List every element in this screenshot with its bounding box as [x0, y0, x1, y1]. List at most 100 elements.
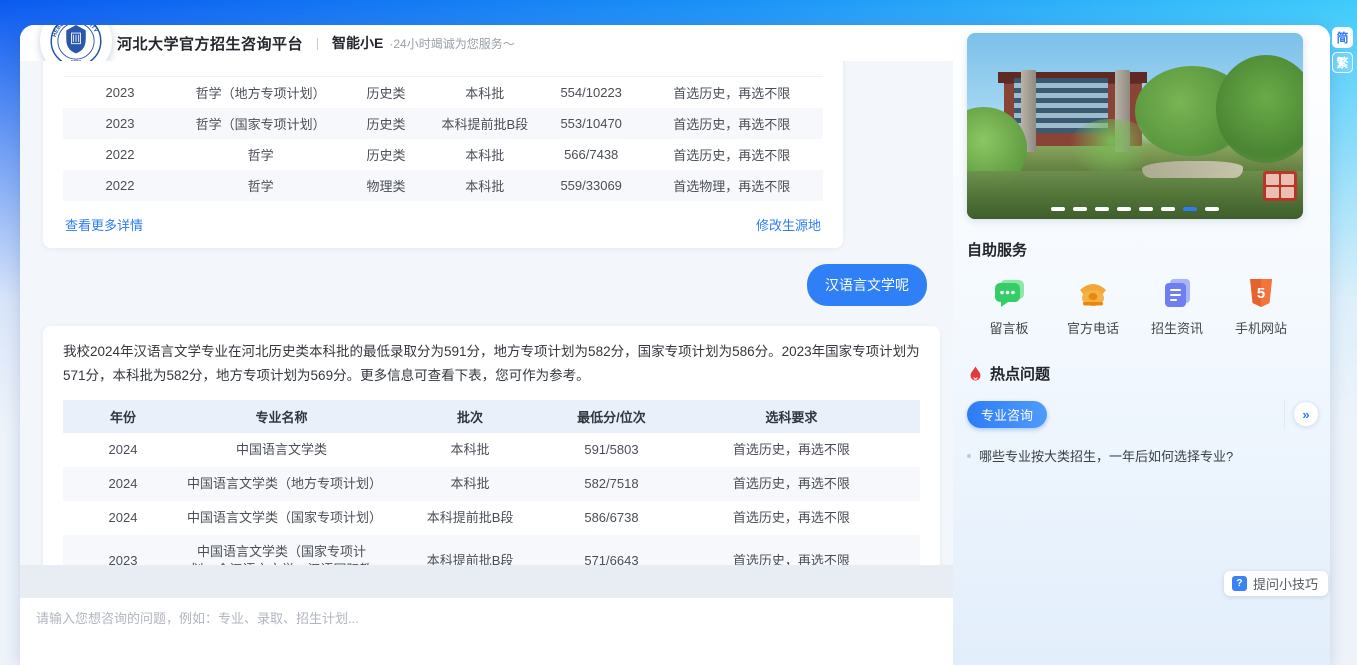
score-table-card-philosophy: 2023哲学（地方专项计划）历史类本科批554/10223首选历史，再选不限20…: [43, 61, 843, 248]
cell: 历史类: [344, 139, 428, 170]
cell: 591/5803: [560, 433, 663, 467]
cell: 首选历史，再选不限: [663, 433, 920, 467]
carousel-dot[interactable]: [1095, 207, 1109, 211]
user-message-bubble: 汉语言文学呢: [807, 264, 927, 306]
cell: 2023: [63, 77, 177, 108]
svg-text:5: 5: [1257, 285, 1265, 302]
carousel-dot[interactable]: [1139, 207, 1153, 211]
lakeside-path: [1142, 161, 1243, 178]
self-service-title: 自助服务: [967, 239, 1330, 260]
cell: 2023: [63, 535, 183, 565]
cell: 2024: [63, 501, 183, 535]
carousel-dot[interactable]: [1051, 207, 1065, 211]
bot-name: 智能小E: [332, 33, 383, 53]
message-board-icon: [992, 276, 1026, 310]
service-mobile-site[interactable]: 5 手机网站: [1225, 276, 1297, 337]
tab-major-consulting[interactable]: 专业咨询: [967, 401, 1047, 428]
score-row: 2024中国语言文学类（国家专项计划）本科提前批B段586/6738首选历史，再…: [63, 501, 920, 535]
carousel-dot[interactable]: [1073, 207, 1087, 211]
view-more-details-link[interactable]: 查看更多详情: [65, 215, 143, 234]
html5-shield-icon: 5: [1244, 276, 1278, 310]
hot-tabs-row: 专业咨询 »: [967, 400, 1319, 428]
cell: 哲学（国家专项计划）: [177, 108, 344, 139]
cell: 2023: [63, 108, 177, 139]
carousel-dot[interactable]: [1117, 207, 1131, 211]
user-message-row: 汉语言文学呢: [43, 264, 927, 306]
philosophy-score-table: 2023哲学（地方专项计划）历史类本科批554/10223首选历史，再选不限20…: [63, 77, 823, 201]
service-tagline: ·24小时竭诚为您服务～: [389, 35, 514, 52]
cell: 历史类: [344, 77, 428, 108]
score-row: 2022哲学物理类本科批559/33069首选物理，再选不限: [63, 170, 823, 201]
cell: 中国语言文学类（国家专项计划；含汉语言文学、汉语国际教: [183, 535, 380, 565]
language-switcher: 简 繁: [1332, 27, 1353, 73]
carousel-dot[interactable]: [1161, 207, 1175, 211]
cell: 首选物理，再选不限: [641, 170, 823, 201]
traditional-chinese-button[interactable]: 繁: [1332, 52, 1353, 73]
document-icon: [1160, 276, 1194, 310]
cell: 中国语言文学类（国家专项计划）: [183, 501, 380, 535]
more-tabs-button[interactable]: »: [1293, 401, 1319, 427]
message-list[interactable]: 2023哲学（地方专项计划）历史类本科批554/10223首选历史，再选不限20…: [20, 61, 953, 565]
service-label: 招生资讯: [1151, 318, 1203, 337]
cell: 本科批: [380, 467, 560, 501]
service-message-board[interactable]: 留言板: [973, 276, 1045, 337]
cell: 首选历史，再选不限: [663, 535, 920, 565]
chat-header-wrap: HEBEI UNIVERSITY ·1921· 河北大学官方招生咨询平台 丨 智…: [20, 25, 953, 61]
col-header-year: 年份: [63, 400, 183, 433]
hot-question-item[interactable]: 哪些专业按大类招生，一年后如何选择专业?: [967, 446, 1330, 465]
cell: 559/33069: [542, 170, 641, 201]
main-panel: HEBEI UNIVERSITY ·1921· 河北大学官方招生咨询平台 丨 智…: [20, 25, 1330, 665]
literature-score-table: 年份 专业名称 批次 最低分/位次 选科要求 2024中国语言文学类本科批591…: [63, 400, 920, 565]
cell: 582/7518: [560, 467, 663, 501]
score-row: 2024中国语言文学类本科批591/5803首选历史，再选不限: [63, 433, 920, 467]
cell: 2024: [63, 467, 183, 501]
cell: 哲学（地方专项计划）: [177, 77, 344, 108]
carousel-dots: [967, 207, 1303, 211]
sidebar: 自助服务 留言板: [953, 25, 1330, 665]
cell: 首选历史，再选不限: [641, 77, 823, 108]
service-label: 官方电话: [1067, 318, 1119, 337]
philosophy-score-table-body: 2023哲学（地方专项计划）历史类本科批554/10223首选历史，再选不限20…: [63, 77, 823, 201]
cell: 586/6738: [560, 501, 663, 535]
simplified-chinese-button[interactable]: 简: [1332, 27, 1353, 48]
cell: 2024: [63, 433, 183, 467]
chat-column: HEBEI UNIVERSITY ·1921· 河北大学官方招生咨询平台 丨 智…: [20, 25, 953, 665]
cell: 本科批: [428, 77, 542, 108]
question-input[interactable]: [36, 608, 937, 655]
cell: 566/7438: [542, 139, 641, 170]
service-official-phone[interactable]: 官方电话: [1057, 276, 1129, 337]
cell: 2022: [63, 139, 177, 170]
input-area: [20, 598, 953, 665]
carousel-dot[interactable]: [1205, 207, 1219, 211]
clipped-row: [63, 61, 823, 77]
change-origin-link[interactable]: 修改生源地: [756, 215, 821, 234]
col-header-subject-req: 选科要求: [663, 400, 920, 433]
literature-table-body: 2024中国语言文学类本科批591/5803首选历史，再选不限2024中国语言文…: [63, 433, 920, 565]
score-row: 2023哲学（国家专项计划）历史类本科提前批B段553/10470首选历史，再选…: [63, 108, 823, 139]
carousel-dot-active[interactable]: [1183, 207, 1197, 211]
cell: 首选历史，再选不限: [641, 139, 823, 170]
header-row: 年份 专业名称 批次 最低分/位次 选科要求: [63, 400, 920, 433]
service-label: 手机网站: [1235, 318, 1287, 337]
cell: 哲学: [177, 139, 344, 170]
score-row: 2022哲学历史类本科批566/7438首选历史，再选不限: [63, 139, 823, 170]
service-admissions-news[interactable]: 招生资讯: [1141, 276, 1213, 337]
cell: 本科提前批B段: [428, 108, 542, 139]
bottom-gap-strip: [20, 565, 953, 598]
cell: 本科批: [428, 139, 542, 170]
photo-watermark-seal: [1263, 171, 1297, 201]
platform-title: 河北大学官方招生咨询平台: [117, 33, 303, 54]
service-label: 留言板: [989, 318, 1028, 337]
tree: [1068, 119, 1155, 175]
score-row: 2023中国语言文学类（国家专项计划；含汉语言文学、汉语国际教本科提前批B段57…: [63, 535, 920, 565]
chat-header: 河北大学官方招生咨询平台 丨 智能小E ·24小时竭诚为您服务～: [20, 25, 953, 61]
literature-table-head: 年份 专业名称 批次 最低分/位次 选科要求: [63, 400, 920, 433]
answer-card-chinese-literature: 我校2024年汉语言文学专业在河北历史类本科批的最低录取分为591分，地方专项计…: [43, 326, 940, 565]
campus-photo-carousel[interactable]: [967, 33, 1303, 219]
tabs-divider: [1284, 400, 1285, 428]
cell: 本科批: [428, 170, 542, 201]
title-divider: 丨: [311, 34, 324, 53]
col-header-score-rank: 最低分/位次: [560, 400, 663, 433]
score-row: 2023哲学（地方专项计划）历史类本科批554/10223首选历史，再选不限: [63, 77, 823, 108]
cell: 本科提前批B段: [380, 535, 560, 565]
